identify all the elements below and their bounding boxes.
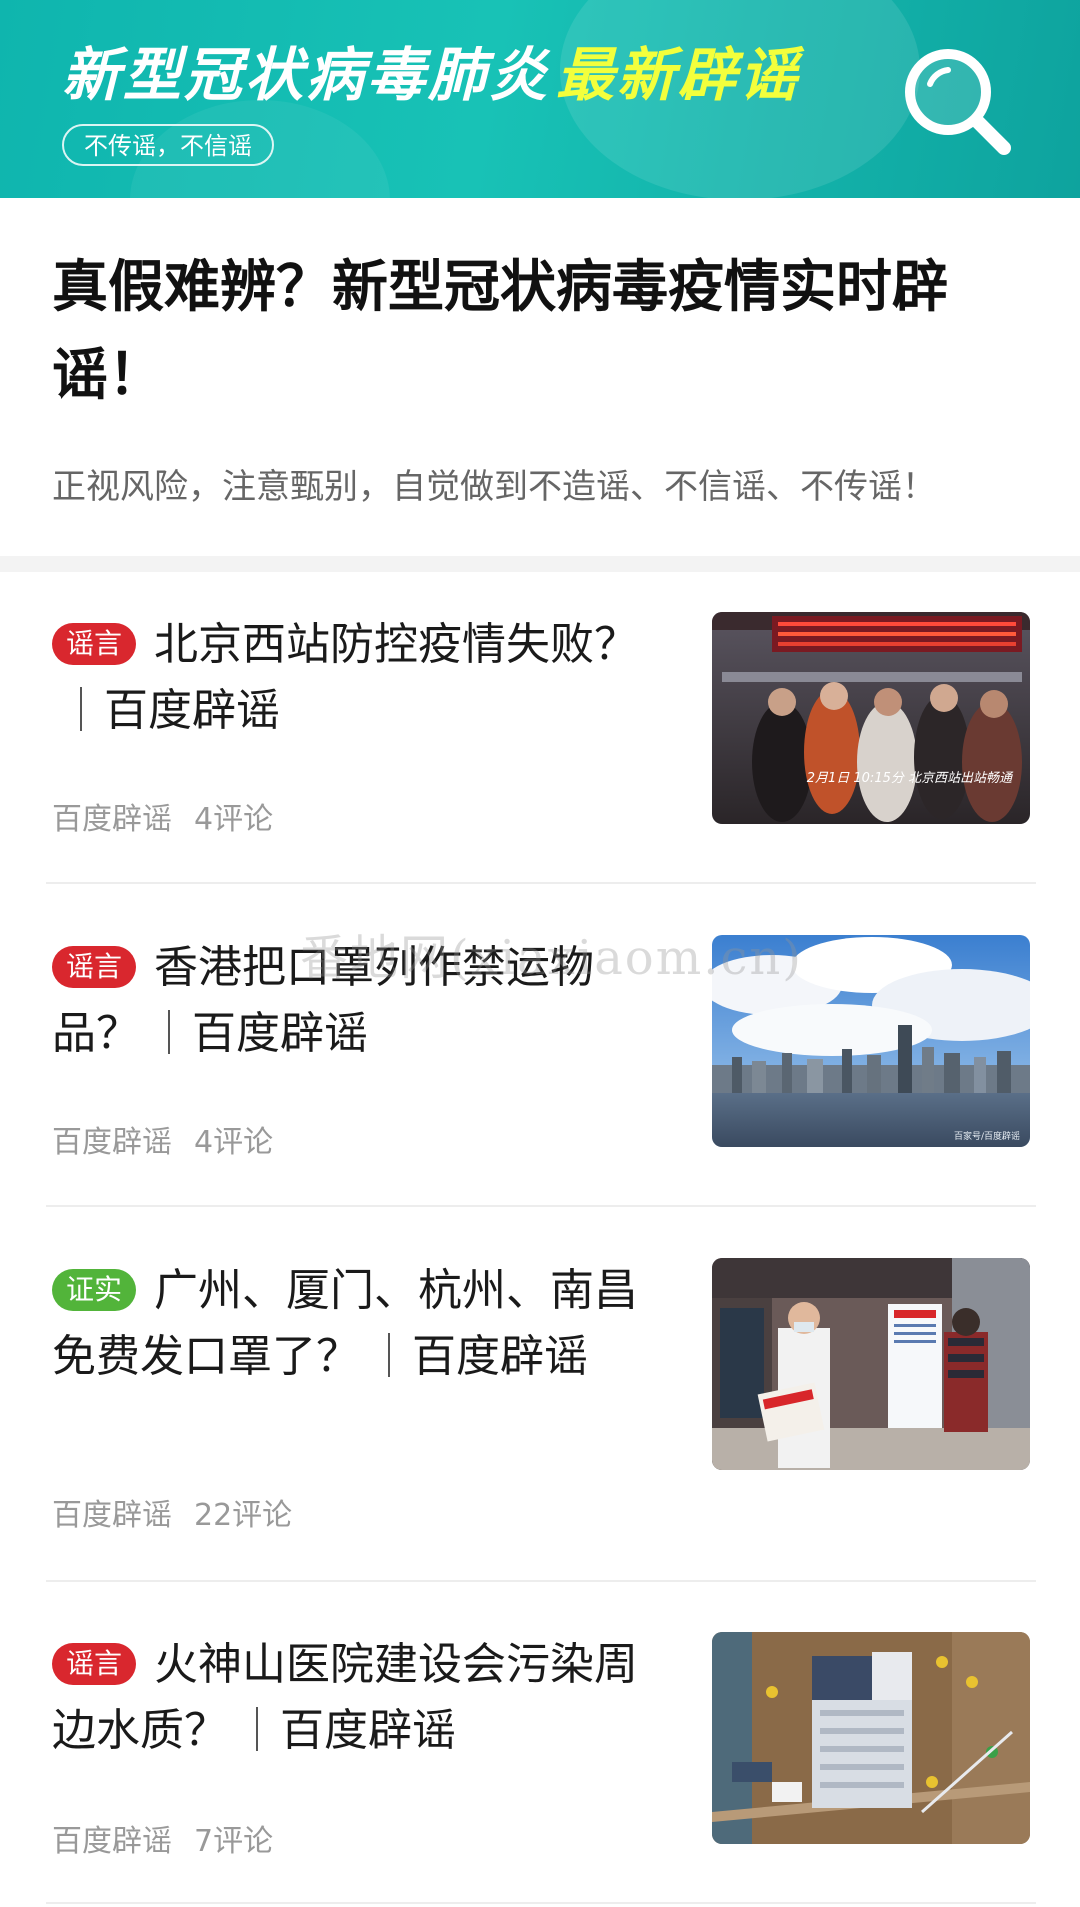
article-title-text: 北京西站防控疫情失败？: [154, 619, 639, 670]
article-source: 百度辟谣: [52, 802, 172, 837]
article-source-label: 百度辟谣: [104, 685, 280, 736]
comment-count[interactable]: 4评论: [194, 1125, 273, 1160]
top-banner: 新型冠状病毒肺炎 最新辟谣 不传谣，不信谣: [0, 0, 1080, 198]
title-separator: [80, 687, 82, 731]
comment-count[interactable]: 22评论: [194, 1498, 292, 1533]
article-source: 百度辟谣: [52, 1498, 172, 1533]
article-meta: 百度辟谣 7评论: [52, 1816, 273, 1860]
article-meta: 百度辟谣 4评论: [52, 1117, 273, 1161]
article-thumbnail[interactable]: [712, 1258, 1030, 1470]
article-divider: [46, 1580, 1036, 1582]
article-meta: 百度辟谣 4评论: [52, 794, 273, 838]
article-title[interactable]: 谣言 火神山医院建设会污染周边水质？ 百度辟谣: [52, 1632, 662, 1764]
article-divider: [46, 1205, 1036, 1207]
rumor-tag: 谣言: [52, 946, 137, 988]
magnifier-icon[interactable]: [896, 40, 1016, 160]
section-divider: [0, 556, 1080, 572]
title-separator: [168, 1010, 170, 1054]
image-caption: 2月1日 10:15分 北京西站出站畅通: [807, 770, 1014, 786]
image-caption: 百家号/百度辟谣: [954, 1130, 1020, 1142]
banner-slogan-pill: 不传谣，不信谣: [62, 124, 274, 166]
article-source: 百度辟谣: [52, 1824, 172, 1859]
pharmacy-image: [712, 1258, 1030, 1470]
banner-title: 新型冠状病毒肺炎 最新辟谣: [62, 38, 800, 112]
banner-title-accent: 最新辟谣: [556, 41, 801, 109]
article-meta: 百度辟谣 22评论: [52, 1490, 292, 1534]
page-subtitle: 正视风险，注意甄别，自觉做到不造谣、不信谣、不传谣！: [52, 467, 936, 507]
article-title[interactable]: 证实 广州、厦门、杭州、南昌免费发口罩了？ 百度辟谣: [52, 1258, 662, 1390]
station-crowd-image: 2月1日 10:15分 北京西站出站畅通: [712, 612, 1030, 824]
confirmed-tag: 证实: [52, 1269, 137, 1311]
comment-count[interactable]: 4评论: [194, 802, 273, 837]
article-source-label: 百度辟谣: [192, 1008, 368, 1059]
article-source-label: 百度辟谣: [280, 1705, 456, 1756]
rumor-tag: 谣言: [52, 1643, 137, 1685]
comment-count[interactable]: 7评论: [194, 1824, 273, 1859]
banner-title-main: 新型冠状病毒肺炎: [62, 41, 551, 109]
construction-aerial-image: [712, 1632, 1030, 1844]
article-title[interactable]: 谣言 北京西站防控疫情失败？ 百度辟谣: [52, 612, 662, 744]
article-divider: [46, 882, 1036, 884]
page-headline: 真假难辨？新型冠状病毒疫情实时辟谣！: [52, 255, 948, 408]
article-source: 百度辟谣: [52, 1125, 172, 1160]
rumor-tag: 谣言: [52, 623, 137, 665]
watermark: 番地网(xiaxiaom.cn): [300, 930, 804, 986]
article-source-label: 百度辟谣: [412, 1331, 588, 1382]
article-divider: [46, 1902, 1036, 1904]
title-separator: [256, 1707, 258, 1751]
title-separator: [388, 1333, 390, 1377]
article-thumbnail[interactable]: [712, 1632, 1030, 1844]
article-thumbnail[interactable]: 2月1日 10:15分 北京西站出站畅通: [712, 612, 1030, 824]
